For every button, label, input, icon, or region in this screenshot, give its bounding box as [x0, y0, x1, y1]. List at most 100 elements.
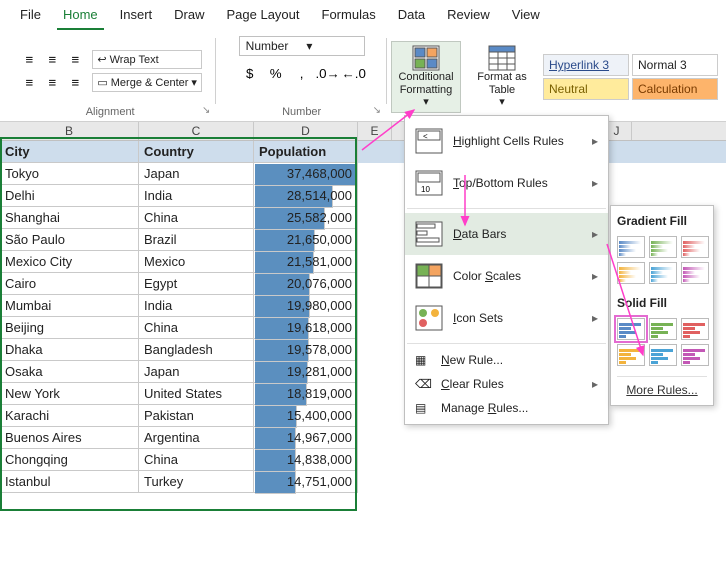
- cell-country[interactable]: Brazil: [139, 229, 254, 251]
- gradient-swatch[interactable]: [681, 262, 709, 284]
- menu-color-scales[interactable]: Color Scales▸: [405, 255, 608, 297]
- style-normal[interactable]: Normal 3: [632, 54, 718, 76]
- dec-decimal-icon[interactable]: ←.0: [343, 62, 365, 84]
- cell-city[interactable]: Chongqing: [0, 449, 139, 471]
- alignment-launcher-icon[interactable]: ↘: [202, 105, 210, 116]
- cell-country[interactable]: India: [139, 295, 254, 317]
- cell-population[interactable]: 14,967,000: [254, 427, 358, 449]
- header-row[interactable]: CityCountryPopulation: [0, 141, 726, 163]
- cell-population[interactable]: 19,618,000: [254, 317, 358, 339]
- solid-swatch[interactable]: [617, 344, 645, 366]
- menu-insert[interactable]: Insert: [114, 4, 159, 30]
- cell-population[interactable]: 15,400,000: [254, 405, 358, 427]
- inc-decimal-icon[interactable]: .0→: [317, 62, 339, 84]
- header-cell[interactable]: Country: [139, 141, 254, 163]
- gradient-swatch[interactable]: [649, 262, 677, 284]
- cell-country[interactable]: China: [139, 207, 254, 229]
- solid-swatch[interactable]: [649, 318, 677, 340]
- cell-city[interactable]: Tokyo: [0, 163, 139, 185]
- cell-population[interactable]: 21,650,000: [254, 229, 358, 251]
- menu-view[interactable]: View: [506, 4, 546, 30]
- number-launcher-icon[interactable]: ↘: [373, 105, 381, 116]
- cell-city[interactable]: Cairo: [0, 273, 139, 295]
- format-as-table-button[interactable]: Format as Table▾: [467, 41, 537, 113]
- col-header[interactable]: C: [139, 122, 254, 140]
- header-cell[interactable]: Population: [254, 141, 358, 163]
- align-left-icon[interactable]: ≡: [18, 72, 40, 94]
- cell-population[interactable]: 37,468,000: [254, 163, 358, 185]
- cell-country[interactable]: Japan: [139, 361, 254, 383]
- cell-city[interactable]: Delhi: [0, 185, 139, 207]
- cell-city[interactable]: Istanbul: [0, 471, 139, 493]
- cell-population[interactable]: 19,980,000: [254, 295, 358, 317]
- table-row[interactable]: DelhiIndia28,514,000: [0, 185, 726, 207]
- merge-center-button[interactable]: ▭Merge & Center▾: [92, 73, 202, 92]
- cell-country[interactable]: Mexico: [139, 251, 254, 273]
- menu-highlight-cells[interactable]: < Highlight Cells Rules▸: [405, 120, 608, 162]
- gradient-swatch[interactable]: [617, 236, 645, 258]
- cell-country[interactable]: China: [139, 449, 254, 471]
- cell-city[interactable]: Karachi: [0, 405, 139, 427]
- menu-home[interactable]: Home: [57, 4, 104, 30]
- gradient-swatch[interactable]: [649, 236, 677, 258]
- solid-swatch[interactable]: [617, 318, 645, 340]
- percent-icon[interactable]: %: [265, 62, 287, 84]
- style-hyperlink[interactable]: Hyperlink 3: [543, 54, 629, 76]
- table-row[interactable]: Buenos AiresArgentina14,967,000: [0, 427, 726, 449]
- cell-city[interactable]: Buenos Aires: [0, 427, 139, 449]
- cell-country[interactable]: Bangladesh: [139, 339, 254, 361]
- menu-top-bottom[interactable]: 10 Top/Bottom Rules▸: [405, 162, 608, 204]
- cell-population[interactable]: 14,751,000: [254, 471, 358, 493]
- menu-manage-rules[interactable]: ▤Manage Rules...: [405, 396, 608, 420]
- table-row[interactable]: TokyoJapan37,468,000: [0, 163, 726, 185]
- col-header[interactable]: D: [254, 122, 358, 140]
- cell-city[interactable]: New York: [0, 383, 139, 405]
- cell-population[interactable]: 19,281,000: [254, 361, 358, 383]
- menu-data-bars[interactable]: Data Bars▸: [405, 213, 608, 255]
- menu-new-rule[interactable]: ▦New Rule...: [405, 348, 608, 372]
- cell-city[interactable]: São Paulo: [0, 229, 139, 251]
- cell-country[interactable]: Japan: [139, 163, 254, 185]
- number-format-dropdown[interactable]: Number▾: [239, 36, 365, 56]
- menu-review[interactable]: Review: [441, 4, 496, 30]
- more-rules-link[interactable]: More Rules...: [617, 376, 707, 399]
- cell-city[interactable]: Beijing: [0, 317, 139, 339]
- cell-population[interactable]: 25,582,000: [254, 207, 358, 229]
- cell-city[interactable]: Osaka: [0, 361, 139, 383]
- style-calculation[interactable]: Calculation: [632, 78, 718, 100]
- menu-page-layout[interactable]: Page Layout: [221, 4, 306, 30]
- col-header[interactable]: B: [0, 122, 139, 140]
- cell-city[interactable]: Shanghai: [0, 207, 139, 229]
- menu-clear-rules[interactable]: ⌫Clear Rules▸: [405, 372, 608, 396]
- cell-styles-gallery[interactable]: Hyperlink 3 Normal 3 Neutral Calculation: [543, 54, 718, 100]
- cell-city[interactable]: Dhaka: [0, 339, 139, 361]
- header-cell[interactable]: City: [0, 141, 139, 163]
- table-row[interactable]: ChongqingChina14,838,000: [0, 449, 726, 471]
- cell-country[interactable]: Egypt: [139, 273, 254, 295]
- cell-country[interactable]: Turkey: [139, 471, 254, 493]
- gradient-swatch[interactable]: [617, 262, 645, 284]
- cell-country[interactable]: China: [139, 317, 254, 339]
- cell-population[interactable]: 20,076,000: [254, 273, 358, 295]
- cell-city[interactable]: Mexico City: [0, 251, 139, 273]
- gradient-swatch[interactable]: [681, 236, 709, 258]
- table-row[interactable]: KarachiPakistan15,400,000: [0, 405, 726, 427]
- column-headers[interactable]: BCDE IJ: [0, 122, 726, 141]
- cell-population[interactable]: 19,578,000: [254, 339, 358, 361]
- align-right-icon[interactable]: ≡: [64, 72, 86, 94]
- align-bot-icon[interactable]: ≡: [64, 49, 86, 71]
- table-row[interactable]: IstanbulTurkey14,751,000: [0, 471, 726, 493]
- cell-country[interactable]: Argentina: [139, 427, 254, 449]
- menu-file[interactable]: File: [14, 4, 47, 30]
- cell-population[interactable]: 14,838,000: [254, 449, 358, 471]
- menu-draw[interactable]: Draw: [168, 4, 210, 30]
- conditional-formatting-button[interactable]: Conditional Formatting▾: [391, 41, 461, 113]
- cell-country[interactable]: India: [139, 185, 254, 207]
- cell-country[interactable]: Pakistan: [139, 405, 254, 427]
- cell-city[interactable]: Mumbai: [0, 295, 139, 317]
- solid-swatch[interactable]: [681, 344, 709, 366]
- menu-icon-sets[interactable]: Icon Sets▸: [405, 297, 608, 339]
- wrap-text-button[interactable]: ↩Wrap Text: [92, 50, 202, 69]
- cell-country[interactable]: United States: [139, 383, 254, 405]
- align-center-icon[interactable]: ≡: [41, 72, 63, 94]
